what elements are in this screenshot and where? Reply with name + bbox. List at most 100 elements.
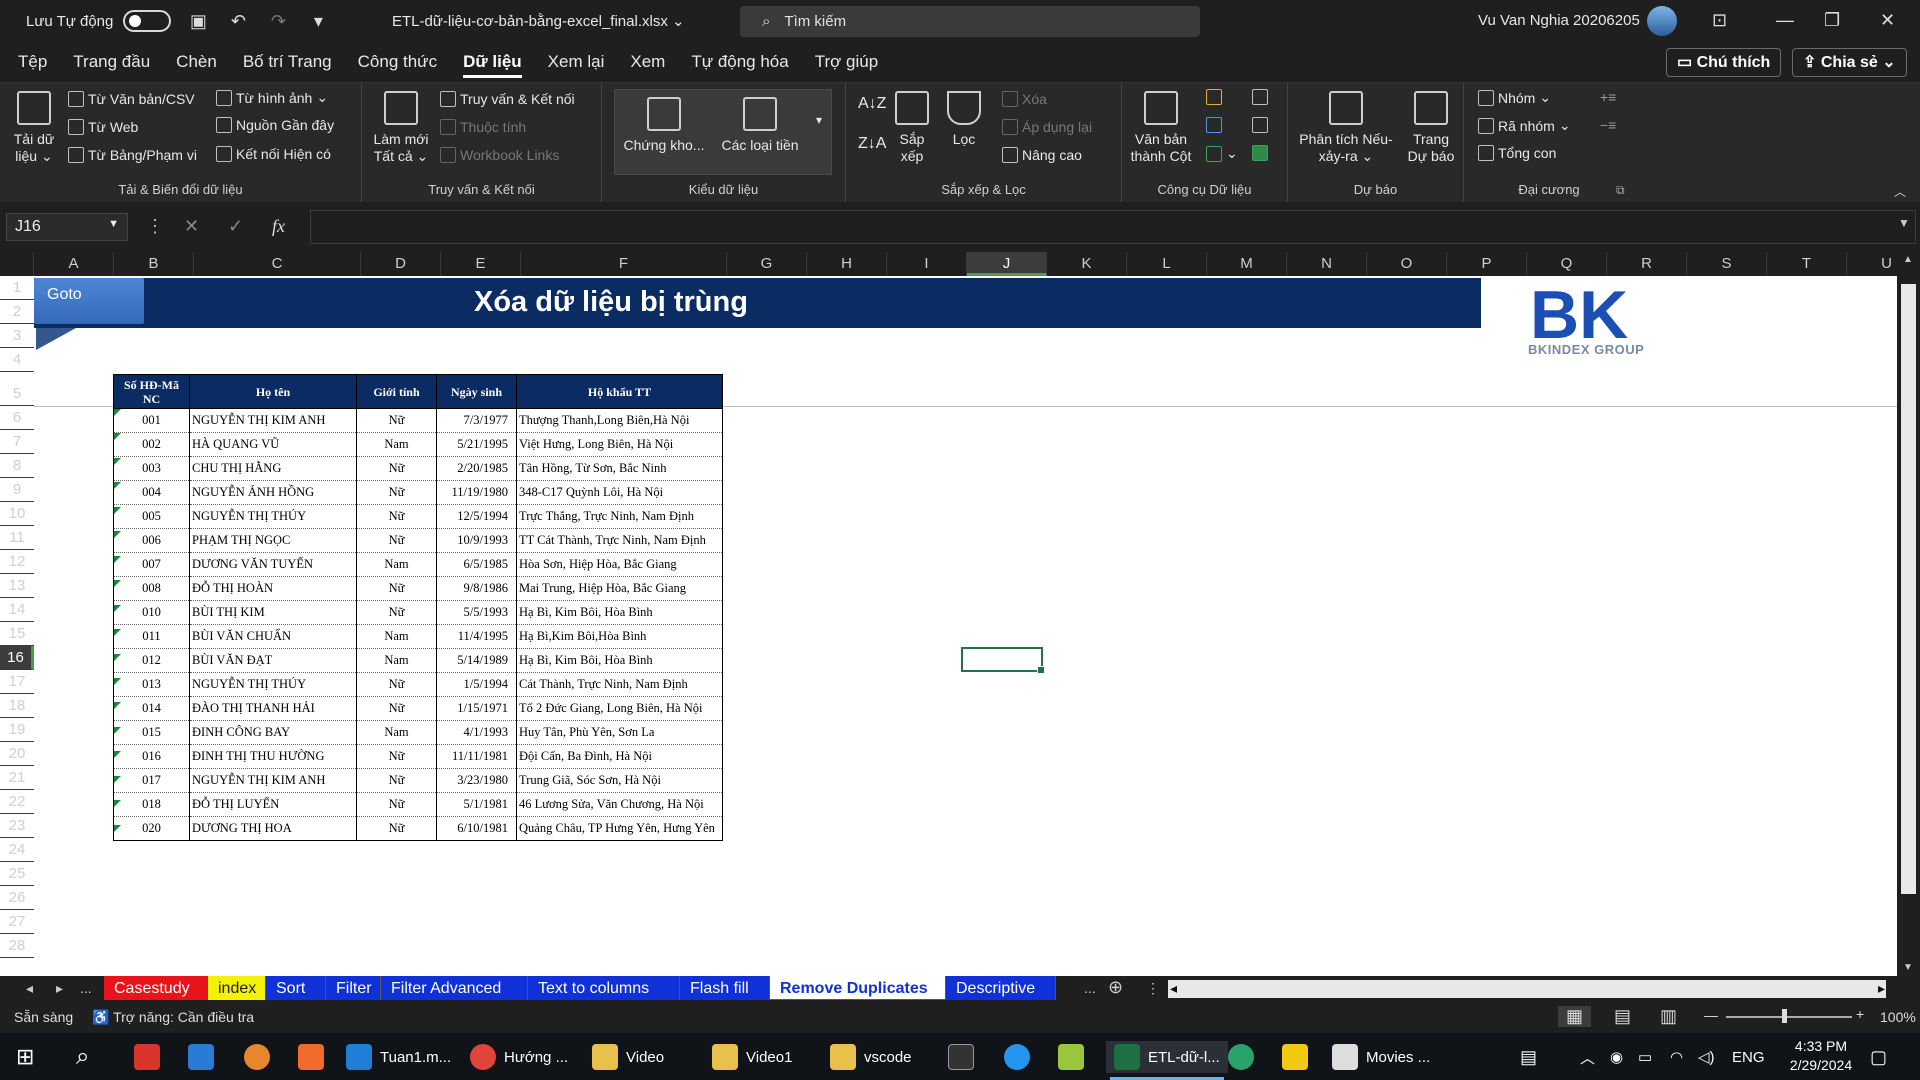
group-button[interactable]: Nhóm ⌄ xyxy=(1478,89,1551,106)
birth-date-cell[interactable]: 11/4/1995 xyxy=(436,624,517,649)
zoom-slider-thumb[interactable] xyxy=(1782,1009,1787,1023)
number-stored-as-text-indicator[interactable] xyxy=(114,775,121,783)
row-header-27[interactable]: 27 xyxy=(0,910,34,934)
full-name-cell[interactable]: NGUYỄN THỊ KIM ANH xyxy=(189,768,357,793)
full-name-cell[interactable]: BÙI THỊ KIM xyxy=(189,600,357,625)
zoom-slider[interactable] xyxy=(1726,1016,1852,1018)
app-docker-icon[interactable] xyxy=(1004,1041,1030,1073)
show-detail-icon[interactable]: +≡ xyxy=(1600,89,1616,105)
tab-split-icon[interactable]: ⋮ xyxy=(1146,980,1160,997)
full-name-cell[interactable]: DƯƠNG THỊ HOA xyxy=(189,816,357,841)
scroll-down-icon[interactable]: ▼ xyxy=(1903,962,1913,973)
birth-date-cell[interactable]: 11/19/1980 xyxy=(436,480,517,505)
sheet-tabs-more-left[interactable]: ... xyxy=(80,980,92,996)
contract-id-cell[interactable]: 001 xyxy=(113,408,190,433)
vertical-scroll-thumb[interactable] xyxy=(1901,284,1916,894)
filter-button[interactable]: Lọc xyxy=(942,91,986,148)
contract-id-cell[interactable]: 003 xyxy=(113,456,190,481)
sort-ascending-icon[interactable]: A↓Z xyxy=(858,95,886,113)
birth-date-cell[interactable]: 3/23/1980 xyxy=(436,768,517,793)
header-birth-date[interactable]: Ngày sinh xyxy=(436,374,517,409)
clock[interactable]: 4:33 PM 2/29/2024 xyxy=(1776,1037,1866,1075)
contract-id-cell[interactable]: 014 xyxy=(113,696,190,721)
number-stored-as-text-indicator[interactable] xyxy=(114,580,121,588)
app-blue-icon[interactable] xyxy=(188,1041,214,1073)
number-stored-as-text-indicator[interactable] xyxy=(114,604,121,612)
row-header-10[interactable]: 10 xyxy=(0,502,34,526)
row-header-22[interactable]: 22 xyxy=(0,790,34,814)
sort-descending-icon[interactable]: Z↓A xyxy=(858,135,886,153)
gender-cell[interactable]: Nữ xyxy=(356,600,437,625)
close-icon[interactable]: ✕ xyxy=(1880,10,1895,31)
name-box[interactable]: J16 ▼ xyxy=(6,213,128,241)
address-cell[interactable]: Mai Trung, Hiệp Hòa, Bắc Giang xyxy=(516,576,723,601)
number-stored-as-text-indicator[interactable] xyxy=(114,433,121,441)
new-sheet-icon[interactable]: ⊕ xyxy=(1108,977,1123,998)
start-icon[interactable]: ⊞ xyxy=(16,1041,34,1073)
sheet-tab-filter[interactable]: Filter xyxy=(326,976,381,1002)
zoom-out-icon[interactable]: — xyxy=(1704,1007,1718,1023)
header-address[interactable]: Hộ khẩu TT xyxy=(516,374,723,409)
scroll-up-icon[interactable]: ▲ xyxy=(1903,254,1913,265)
birth-date-cell[interactable]: 6/10/1981 xyxy=(436,816,517,841)
full-name-cell[interactable]: ĐINH CÔNG BAY xyxy=(189,720,357,745)
contract-id-cell[interactable]: 002 xyxy=(113,432,190,457)
gallery-more-icon[interactable]: ▾ xyxy=(816,113,822,127)
column-header-D[interactable]: D xyxy=(361,252,441,276)
full-name-cell[interactable]: NGUYỄN ÁNH HỒNG xyxy=(189,480,357,505)
number-stored-as-text-indicator[interactable] xyxy=(114,482,121,490)
queries-connections-button[interactable]: Truy vấn & Kết nối xyxy=(440,91,575,107)
sheet-tab-sort[interactable]: Sort xyxy=(266,976,326,1002)
birth-date-cell[interactable]: 10/9/1993 xyxy=(436,528,517,553)
goto-button[interactable]: Goto xyxy=(34,278,144,324)
column-header-J[interactable]: J xyxy=(967,252,1047,276)
sheet-tab-filter-advanced[interactable]: Filter Advanced xyxy=(381,976,528,1002)
address-cell[interactable]: Quảng Châu, TP Hưng Yên, Hưng Yên xyxy=(516,816,723,841)
number-stored-as-text-indicator[interactable] xyxy=(114,506,121,514)
taskbar-vscode[interactable]: Tuan1.m... xyxy=(346,1041,451,1073)
sheet-tab-flash-fill[interactable]: Flash fill xyxy=(680,976,770,1002)
full-name-cell[interactable]: ĐINH THỊ THU HƯỜNG xyxy=(189,744,357,769)
column-header-O[interactable]: O xyxy=(1367,252,1447,276)
user-name[interactable]: Vu Van Nghia 20206205 xyxy=(1478,12,1640,29)
taskbar-excel[interactable]: ETL-dữ-l... xyxy=(1106,1041,1228,1080)
tab-page-layout[interactable]: Bố trí Trang xyxy=(230,42,345,82)
row-header-23[interactable]: 23 xyxy=(0,814,34,838)
formula-input[interactable] xyxy=(310,210,1916,244)
column-header-L[interactable]: L xyxy=(1127,252,1207,276)
row-header-2[interactable]: 2 xyxy=(0,300,34,324)
language-indicator[interactable]: ENG xyxy=(1732,1041,1765,1073)
gender-cell[interactable]: Nữ xyxy=(356,672,437,697)
full-name-cell[interactable]: ĐỖ THỊ HOÀN xyxy=(189,576,357,601)
birth-date-cell[interactable]: 9/8/1986 xyxy=(436,576,517,601)
row-header-7[interactable]: 7 xyxy=(0,430,34,454)
hide-detail-icon[interactable]: −≡ xyxy=(1600,117,1616,133)
full-name-cell[interactable]: DƯƠNG VĂN TUYẾN xyxy=(189,552,357,577)
row-header-24[interactable]: 24 xyxy=(0,838,34,862)
gender-cell[interactable]: Nữ xyxy=(356,744,437,769)
taskbar-vscode-folder[interactable]: vscode xyxy=(830,1041,912,1073)
birth-date-cell[interactable]: 1/5/1994 xyxy=(436,672,517,697)
sheet-tab-index[interactable]: index xyxy=(208,976,266,1002)
app-terminal-icon[interactable] xyxy=(948,1041,974,1073)
app-tools-icon[interactable] xyxy=(1058,1041,1084,1073)
horizontal-scrollbar[interactable] xyxy=(1168,980,1886,998)
number-stored-as-text-indicator[interactable] xyxy=(114,800,121,808)
notifications-icon[interactable]: ▢ xyxy=(1870,1041,1887,1073)
full-name-cell[interactable]: NGUYỄN THỊ THÚY xyxy=(189,672,357,697)
gender-cell[interactable]: Nam xyxy=(356,624,437,649)
address-cell[interactable]: Hạ Bì, Kim Bôi, Hòa Bình xyxy=(516,600,723,625)
address-cell[interactable]: Hạ Bì, Kim Bôi, Hòa Bình xyxy=(516,648,723,673)
redo-icon[interactable]: ↷ xyxy=(265,8,291,34)
gender-cell[interactable]: Nam xyxy=(356,720,437,745)
contract-id-cell[interactable]: 008 xyxy=(113,576,190,601)
tab-review[interactable]: Xem lại xyxy=(535,42,618,82)
comments-button[interactable]: ▭ Chú thích xyxy=(1666,48,1782,77)
autosave[interactable]: Lưu Tự động xyxy=(26,10,172,32)
sheet-tabs-more-right[interactable]: ... xyxy=(1084,980,1096,996)
ribbon-display-icon[interactable]: ⊡ xyxy=(1712,10,1727,31)
sheet-tab-casestudy[interactable]: Casestudy xyxy=(104,976,208,1002)
column-header-T[interactable]: T xyxy=(1767,252,1847,276)
number-stored-as-text-indicator[interactable] xyxy=(114,555,121,563)
address-cell[interactable]: Huy Tân, Phù Yên, Sơn La xyxy=(516,720,723,745)
